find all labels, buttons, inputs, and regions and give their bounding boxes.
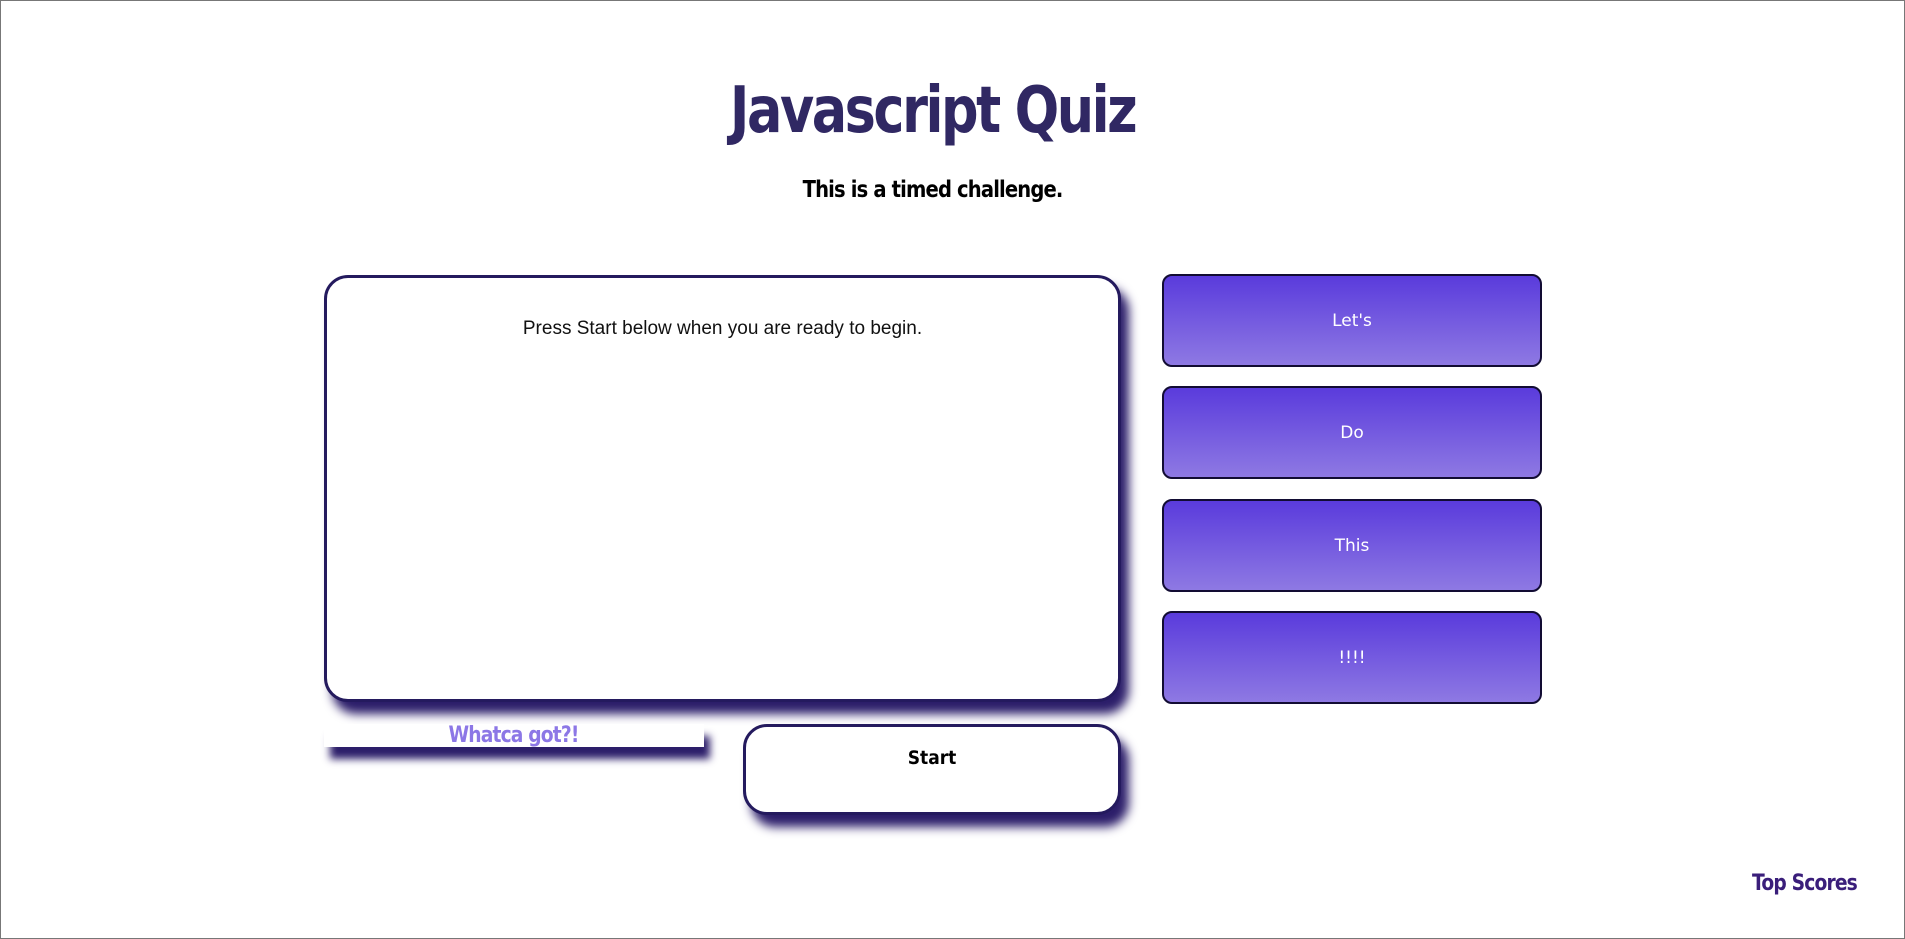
top-scores-link[interactable]: Top Scores	[1752, 871, 1875, 896]
start-button-label: Start	[907, 747, 957, 769]
page-subtitle: This is a timed challenge.	[802, 177, 1064, 203]
feedback-message: Whatca got?!	[324, 724, 704, 747]
answer-button-4[interactable]: !!!!	[1162, 611, 1542, 704]
top-scores-label: Top Scores	[1752, 871, 1858, 896]
feedback-text: Whatca got?!	[448, 723, 580, 748]
page-title: Javascript Quiz	[729, 74, 1138, 148]
question-panel: Press Start below when you are ready to …	[324, 275, 1121, 702]
answer-button-3[interactable]: This	[1162, 499, 1542, 592]
start-button[interactable]: Start	[743, 724, 1121, 815]
answer-button-1[interactable]: Let's	[1162, 274, 1542, 367]
answer-button-2[interactable]: Do	[1162, 386, 1542, 479]
question-text: Press Start below when you are ready to …	[522, 318, 923, 339]
